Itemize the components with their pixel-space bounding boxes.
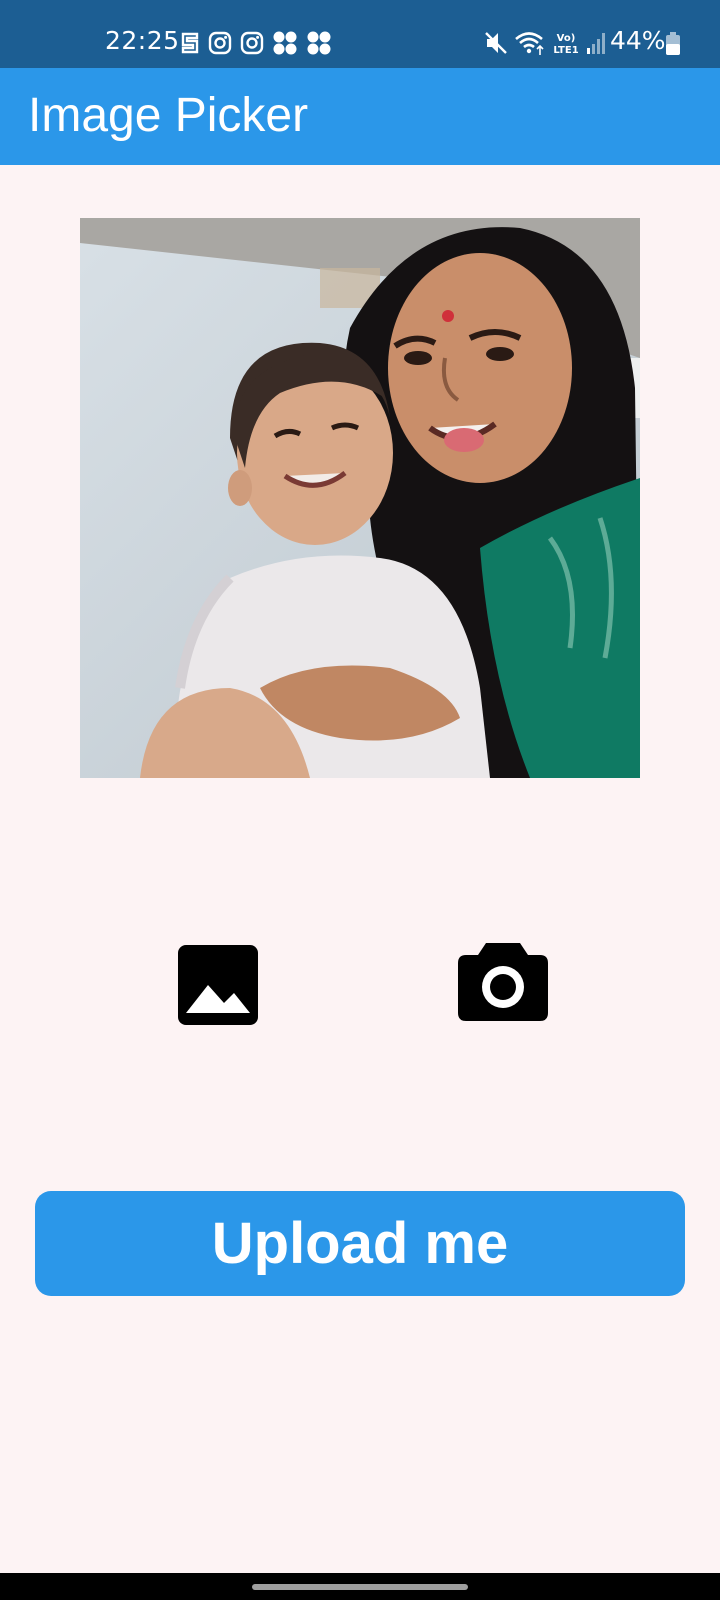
gesture-handle[interactable] — [252, 1584, 468, 1590]
gallery-button[interactable] — [178, 945, 258, 1025]
svg-text:LTE1: LTE1 — [553, 45, 578, 56]
notification-icons — [180, 30, 332, 56]
pinwheel-icon — [273, 31, 297, 55]
battery-percent: 44% — [610, 26, 666, 55]
signal-icon — [587, 33, 605, 54]
upload-button[interactable]: Upload me — [35, 1191, 685, 1296]
s-app-icon — [181, 32, 199, 54]
status-time: 22:25 — [105, 26, 180, 55]
selected-photo — [80, 218, 640, 778]
navigation-bar — [0, 1573, 720, 1600]
instagram-icon — [240, 31, 264, 55]
volte-icon: Vo) LTE1 — [553, 33, 578, 56]
system-icons: Vo) LTE1 — [484, 29, 608, 57]
photo-illustration — [80, 218, 640, 778]
pinwheel-icon — [307, 31, 331, 55]
camera-button[interactable] — [458, 941, 548, 1021]
battery-icon — [666, 32, 680, 55]
wifi-icon — [515, 32, 544, 55]
svg-text:Vo): Vo) — [557, 33, 576, 44]
app-bar: Image Picker — [0, 68, 720, 165]
instagram-icon — [208, 31, 232, 55]
camera-icon — [458, 943, 548, 1021]
mute-icon — [485, 32, 507, 54]
status-bar: 22:25 Vo) LTE1 44% — [0, 0, 720, 68]
image-gallery-icon — [178, 945, 258, 1025]
app-title: Image Picker — [28, 89, 309, 142]
